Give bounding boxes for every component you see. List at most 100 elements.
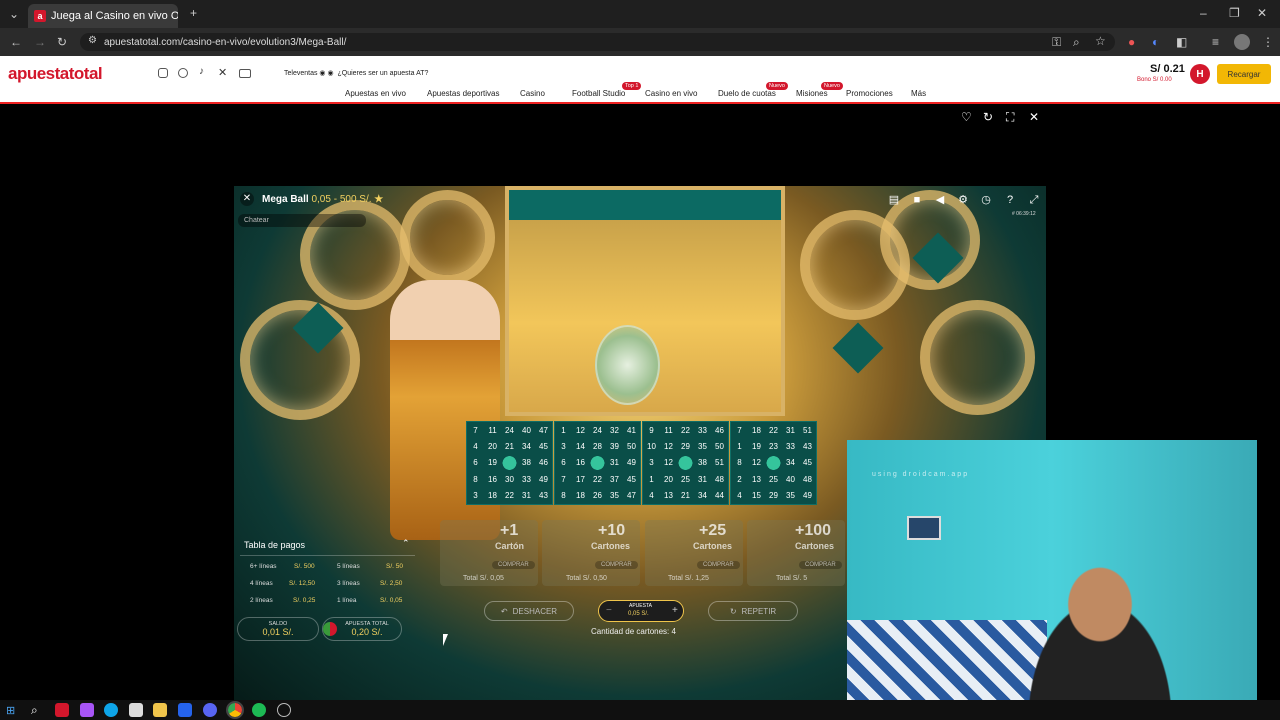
undo-button[interactable]: ↶ DESHACER xyxy=(484,601,574,621)
nav-casino-en-vivo[interactable]: Casino en vivo xyxy=(645,89,697,98)
card-number: 16 xyxy=(576,458,585,468)
password-icon[interactable]: ⚿ xyxy=(1052,36,1061,48)
nav-mas[interactable]: Más xyxy=(911,89,926,98)
affiliate-link[interactable]: ¿Quieres ser un apuesta AT? xyxy=(337,70,428,77)
history-icon[interactable]: ◷ xyxy=(978,192,994,208)
card-number: 44 xyxy=(715,491,724,501)
free-space xyxy=(589,454,606,472)
nav-casino[interactable]: Casino xyxy=(520,89,545,98)
exit-game-icon[interactable]: ✕ xyxy=(240,192,254,206)
site-logo[interactable]: apuestatotal xyxy=(8,64,103,84)
video-camera-icon[interactable]: ■ xyxy=(909,192,925,208)
profile-avatar[interactable] xyxy=(1234,34,1250,50)
bookmark-star-icon[interactable]: ☆ xyxy=(1095,35,1106,47)
app-icon[interactable] xyxy=(178,703,192,717)
instagram-icon[interactable] xyxy=(158,68,168,78)
edge-icon[interactable] xyxy=(104,703,118,717)
fullscreen-icon[interactable]: ⛶ xyxy=(1006,111,1014,123)
extensions-puzzle-icon[interactable]: ◧ xyxy=(1176,36,1187,48)
nav-promociones[interactable]: Promociones xyxy=(846,89,893,98)
app-icon[interactable] xyxy=(80,703,94,717)
buy-button[interactable]: COMPRAR xyxy=(697,561,740,569)
settings-gear-icon[interactable]: ⚙ xyxy=(955,192,971,208)
bet-increase-button[interactable]: + xyxy=(672,605,678,616)
zoom-icon[interactable]: ⌕ xyxy=(1073,36,1080,48)
search-icon[interactable]: ⌕ xyxy=(31,703,38,718)
nav-duelo-de-cuotas[interactable]: Duelo de cuotas xyxy=(718,89,776,98)
favorite-heart-icon[interactable]: ♡ xyxy=(961,111,972,123)
maximize-icon[interactable]: ❐ xyxy=(1229,7,1240,19)
app-icon[interactable] xyxy=(277,703,291,717)
reload-icon[interactable]: ↻ xyxy=(57,36,67,48)
nav-football-studio[interactable]: Football Studio xyxy=(572,89,625,98)
card-number: 46 xyxy=(715,425,724,435)
saldo-value: 0,01 S/. xyxy=(262,627,294,637)
back-icon[interactable]: ← xyxy=(10,36,22,48)
pack-total: Total S/. 1,25 xyxy=(668,575,709,582)
store-icon[interactable] xyxy=(129,703,143,717)
top-badge: Top 1 xyxy=(622,82,642,90)
spotify-icon[interactable] xyxy=(252,703,266,717)
tab-title: Juega al Casino en vivo Onl xyxy=(51,10,178,22)
card-number: 31 xyxy=(522,491,531,501)
buy-button[interactable]: COMPRAR xyxy=(595,561,638,569)
card-number: 25 xyxy=(681,474,690,484)
x-icon[interactable]: ✕ xyxy=(218,66,227,79)
minimize-icon[interactable]: – xyxy=(1200,7,1207,19)
app-icon[interactable] xyxy=(55,703,69,717)
recharge-button[interactable]: Recargar xyxy=(1217,64,1271,84)
nav-misiones[interactable]: Misiones xyxy=(796,89,828,98)
card-number: 38 xyxy=(698,458,707,468)
file-explorer-icon[interactable] xyxy=(153,703,167,717)
bet-decrease-button[interactable]: − xyxy=(606,605,612,616)
chat-bubble-icon[interactable]: ▤ xyxy=(886,192,902,208)
refresh-game-icon[interactable]: ↻ xyxy=(983,111,993,123)
tab-list-icon[interactable]: ⌄ xyxy=(9,8,19,20)
nav-apuestas-deportivas[interactable]: Apuestas deportivas xyxy=(427,89,500,98)
collapse-chevron-icon[interactable]: ⌃ xyxy=(402,538,410,549)
forward-icon[interactable]: → xyxy=(34,36,46,48)
card-number: 2 xyxy=(737,474,742,484)
nav-apuestas-en-vivo[interactable]: Apuestas en vivo xyxy=(345,89,406,98)
windows-start-icon[interactable]: ⊞ xyxy=(6,704,15,717)
card-number: 1 xyxy=(561,425,566,435)
chat-input[interactable]: Chatear xyxy=(238,214,366,227)
pay-value: S/. 500 xyxy=(294,563,315,570)
volume-icon[interactable]: ◀ xyxy=(932,192,948,208)
close-game-icon[interactable]: ✕ xyxy=(1029,111,1039,123)
bet-value: 0,05 S/. xyxy=(628,611,649,617)
window-close-icon[interactable]: ✕ xyxy=(1257,7,1267,19)
buy-button[interactable]: COMPRAR xyxy=(492,561,535,569)
game-limits: 0,05 - 500 S/. xyxy=(311,194,372,205)
url-input[interactable]: ⚙ apuestatotal.com/casino-en-vivo/evolut… xyxy=(80,33,1115,51)
repeat-icon: ↻ xyxy=(729,606,737,616)
user-avatar[interactable]: H xyxy=(1190,64,1210,84)
repeat-button[interactable]: ↻ REPETIR xyxy=(708,601,798,621)
help-icon[interactable]: ? xyxy=(1002,192,1018,208)
favorite-star-icon[interactable]: ★ xyxy=(374,194,383,205)
card-number: 47 xyxy=(539,425,548,435)
card-number: 12 xyxy=(576,425,585,435)
browser-menu-icon[interactable]: ⋮ xyxy=(1262,36,1274,48)
browser-tab[interactable]: a Juega al Casino en vivo Onl ✕ xyxy=(28,4,178,28)
new-tab-icon[interactable]: + xyxy=(190,7,197,19)
youtube-icon[interactable] xyxy=(239,69,251,78)
chrome-icon[interactable] xyxy=(226,701,244,719)
discord-icon[interactable] xyxy=(203,703,217,717)
media-control-icon[interactable]: ≡ xyxy=(1212,36,1219,48)
extension-icon[interactable]: ◐ xyxy=(1152,36,1159,48)
tiktok-icon[interactable]: ♪ xyxy=(199,66,204,77)
site-info-icon[interactable]: ⚙ xyxy=(88,36,97,46)
pay-value: S/. 12,50 xyxy=(289,580,316,587)
lobby-icon[interactable]: ⤢ xyxy=(1026,192,1042,208)
pay-lines: 3 líneas xyxy=(337,580,360,587)
pack-total: Total S/. 5 xyxy=(776,575,808,582)
paytable-title[interactable]: Tabla de pagos xyxy=(244,540,305,550)
facebook-icon[interactable] xyxy=(178,68,188,78)
extension-icon[interactable]: ● xyxy=(1128,36,1135,48)
card-number: 51 xyxy=(715,458,724,468)
card-number: 45 xyxy=(803,458,812,468)
card-number: 20 xyxy=(488,442,497,452)
televentas-link[interactable]: Televentas ◉ ◉ ¿Quieres ser un apuesta A… xyxy=(284,69,428,77)
buy-button[interactable]: COMPRAR xyxy=(799,561,842,569)
